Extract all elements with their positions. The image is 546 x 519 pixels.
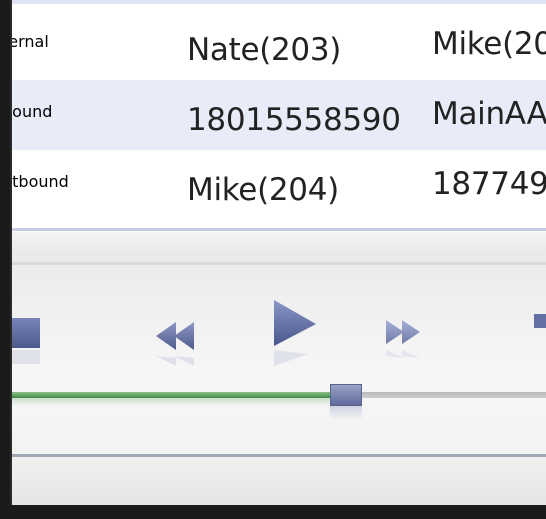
- fast-forward-button[interactable]: [382, 312, 442, 372]
- progress-reflection: [10, 398, 330, 406]
- stop-icon: [10, 318, 40, 364]
- call-type-cell: ternal: [10, 32, 49, 51]
- table-row[interactable]: bound 18015558590 MainAA: [10, 80, 546, 150]
- call-type-cell: utbound: [10, 172, 69, 191]
- call-type-cell: bound: [10, 102, 53, 121]
- play-icon: [274, 300, 316, 366]
- call-table: ternal Nate(203) Mike(20 bound 180155585…: [10, 0, 546, 240]
- progress-thumb-reflection: [330, 406, 362, 420]
- next-button[interactable]: [532, 302, 546, 362]
- call-to-cell: Mike(20: [432, 26, 546, 62]
- call-log-window: ternal Nate(203) Mike(20 bound 180155585…: [10, 0, 546, 505]
- fast-forward-icon: [386, 320, 420, 358]
- table-header-divider: [10, 0, 546, 4]
- next-icon: [534, 314, 546, 328]
- player-divider: [10, 262, 546, 265]
- stop-button[interactable]: [10, 310, 46, 370]
- rewind-icon: [156, 322, 194, 366]
- call-to-cell: 187749: [432, 166, 546, 202]
- table-row[interactable]: utbound Mike(204) 187749: [10, 150, 546, 220]
- status-strip: [10, 457, 546, 505]
- table-row[interactable]: ternal Nate(203) Mike(20: [10, 10, 546, 80]
- rewind-button[interactable]: [150, 314, 210, 374]
- table-bottom-divider: [10, 228, 546, 231]
- call-from-cell: Nate(203): [187, 32, 342, 68]
- call-to-cell: MainAA: [432, 96, 546, 132]
- call-from-cell: Mike(204): [187, 172, 339, 208]
- progress-thumb[interactable]: [330, 384, 362, 406]
- media-player-controls: [10, 232, 546, 505]
- play-button[interactable]: [268, 296, 328, 376]
- window-left-border: [10, 0, 12, 505]
- call-from-cell: 18015558590: [187, 102, 401, 138]
